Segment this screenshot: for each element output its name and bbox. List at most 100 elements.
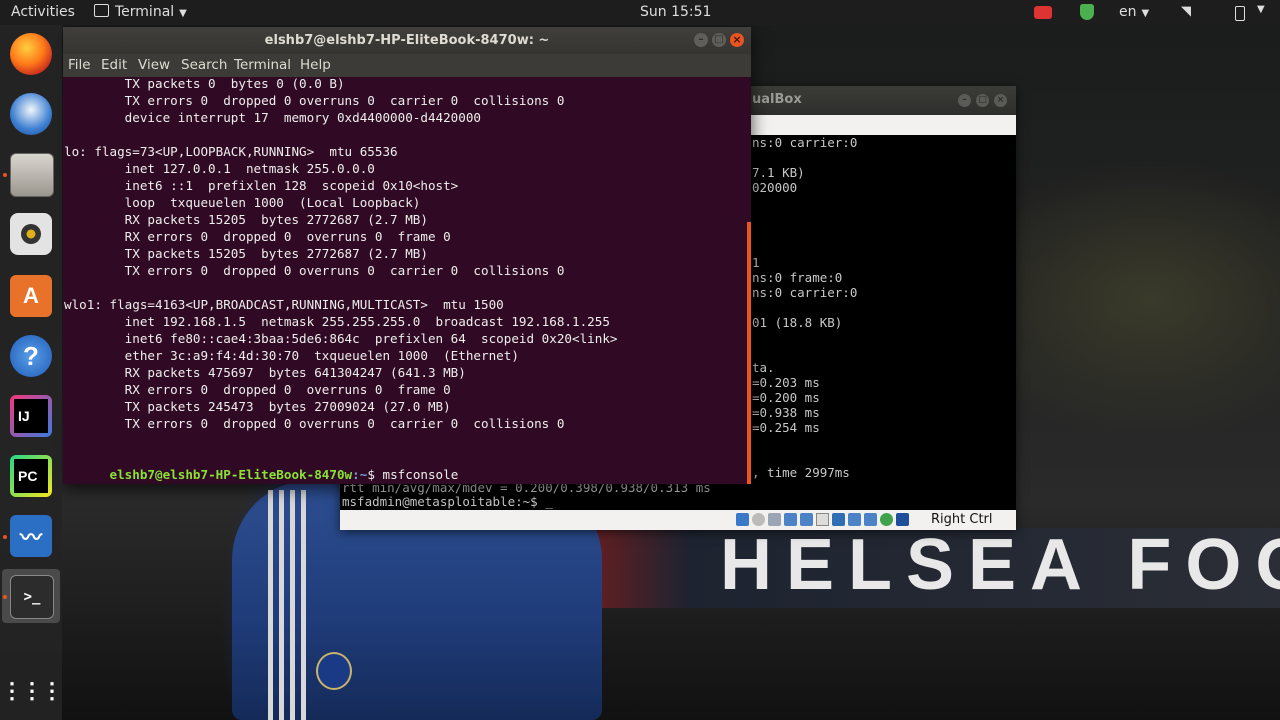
firefox-icon[interactable] [10,33,52,75]
audio-icon[interactable] [768,513,781,526]
guest-console-line: 1 [752,255,760,270]
mouse-integration-icon[interactable] [896,513,909,526]
intellij-icon[interactable]: IJ [10,395,52,437]
terminal-prompt-line[interactable]: elshb7@elshb7-HP-EliteBook-8470w:~$ msfc… [64,449,459,482]
vbox-maximize-button[interactable]: □ [976,94,989,107]
terminal-line: TX packets 0 bytes 0 (0.0 B) [64,76,345,91]
running-indicator [3,173,7,177]
terminal-line: wlo1: flags=4163<UP,BROADCAST,RUNNING,MU… [64,297,504,312]
guest-console-line: =0.254 ms [752,420,820,435]
wifi-icon[interactable]: ◥ [1181,4,1191,19]
system-monitor-icon[interactable]: 〰 [10,515,52,557]
terminal-line: inet6 fe80::cae4:3baa:5de6:864c prefixle… [64,331,618,346]
vbox-status-icons [736,513,924,527]
clock[interactable]: Sun 15:51 [640,4,711,20]
menu-help[interactable]: Help [300,57,331,73]
terminal-app-icon [94,4,109,17]
guest-console-line: 020000 [752,180,798,195]
guest-console-line: =0.203 ms [752,375,820,390]
chevron-down-icon: ▼ [179,8,187,19]
guest-console-output: ns:0 carrier:0 7.1 KB) 020000 1 ns:0 frame:0… [748,135,1016,480]
terminal-icon[interactable]: >_ [10,575,54,619]
rhythmbox-icon[interactable] [10,213,52,255]
running-indicator [3,595,7,599]
terminal-title: elshb7@elshb7-HP-EliteBook-8470w: ~ [264,33,550,48]
activities-button[interactable]: Activities [11,4,75,20]
terminal-line: RX packets 15205 bytes 2772687 (2.7 MB) [64,212,428,227]
terminal-menubar: File Edit View Search Terminal Help [63,54,751,77]
menu-view[interactable]: View [138,57,170,73]
display-icon[interactable] [832,513,845,526]
terminal-line: lo: flags=73<UP,LOOPBACK,RUNNING> mtu 65… [64,144,398,159]
terminal-output[interactable]: TX packets 0 bytes 0 (0.0 B) TX errors 0… [63,76,751,484]
wallpaper-player-stripes [268,490,308,720]
vbox-minimize-button[interactable]: – [958,94,971,107]
terminal-line: TX errors 0 dropped 0 overruns 0 carrier… [64,263,565,278]
speaker-icon [21,224,41,244]
prompt-user: elshb7@elshb7-HP-EliteBook-8470w [109,467,353,482]
terminal-line: TX errors 0 dropped 0 overruns 0 carrier… [64,93,565,108]
network-icon[interactable] [784,513,797,526]
chevron-down-icon: ▼ [1141,8,1150,19]
guest-console-line: 7.1 KB) [752,165,805,180]
terminal-maximize-button[interactable]: □ [712,33,726,47]
language-indicator[interactable]: en ▼ [1119,4,1149,20]
guest-console-line: , time 2997ms [752,465,850,480]
terminal-line: TX errors 0 dropped 0 overruns 0 carrier… [64,416,565,431]
club-crest-icon [316,652,352,690]
ubuntu-software-icon[interactable]: A [10,275,52,317]
terminal-line: device interrupt 17 memory 0xd4400000-d4… [64,110,482,125]
pycharm-label: PC [14,459,48,493]
menu-edit[interactable]: Edit [101,57,127,73]
thunderbird-icon[interactable] [10,93,52,135]
system-menu-chevron-icon[interactable]: ▼ [1257,4,1265,15]
app-menu[interactable]: Terminal ▼ [94,4,187,20]
cpu-icon[interactable] [880,513,893,526]
terminal-line: loop txqueuelen 1000 (Local Loopback) [64,195,421,210]
optical-drive-icon[interactable] [752,513,765,526]
terminal-line: RX errors 0 dropped 0 overruns 0 frame 0 [64,382,451,397]
terminal-line: TX packets 245473 bytes 27009024 (27.0 M… [64,399,451,414]
menu-terminal[interactable]: Terminal [234,57,291,73]
intellij-label: IJ [14,399,48,433]
terminal-titlebar[interactable]: elshb7@elshb7-HP-EliteBook-8470w: ~ – □ … [63,27,751,54]
terminal-minimize-button[interactable]: – [694,33,708,47]
virtualbox-title: ualBox [752,92,802,107]
top-bar: Activities Terminal ▼ Sun 15:51 en ▼ ◥ ▼ [0,0,1280,25]
vbox-close-button[interactable]: × [994,94,1007,107]
dock: A ? IJ PC 〰 >_ ⋮⋮⋮ [0,25,63,720]
app-menu-label: Terminal [115,4,175,20]
guest-console-line: ta. [752,360,775,375]
video-capture-icon[interactable] [848,513,861,526]
terminal-window[interactable]: elshb7@elshb7-HP-EliteBook-8470w: ~ – □ … [63,27,751,484]
snapshot-icon[interactable] [864,513,877,526]
menu-file[interactable]: File [68,57,91,73]
typed-command: msfconsole [382,467,459,482]
language-label: en [1119,4,1137,20]
guest-console-line: ns:0 carrier:0 [752,285,858,300]
pycharm-icon[interactable]: PC [10,455,52,497]
terminal-close-button[interactable]: × [730,33,744,47]
shared-folders-icon[interactable] [816,513,829,526]
battery-icon[interactable] [1235,6,1245,21]
shield-icon[interactable] [1080,4,1094,20]
guest-console-line: =0.200 ms [752,390,820,405]
guest-console-line: ns:0 carrier:0 [752,135,858,150]
terminal-line: RX packets 475697 bytes 641304247 (641.3… [64,365,466,380]
terminal-line: TX packets 15205 bytes 2772687 (2.7 MB) [64,246,428,261]
wallpaper-banner-text: HELSEA FOO [720,525,1280,605]
screen-recorder-icon[interactable] [1034,6,1052,19]
files-icon[interactable] [10,153,54,197]
terminal-line: inet 127.0.0.1 netmask 255.0.0.0 [64,161,375,176]
host-key-label: Right Ctrl [931,512,993,527]
guest-console-line: =0.938 ms [752,405,820,420]
usb-icon[interactable] [800,513,813,526]
hard-disk-icon[interactable] [736,513,749,526]
menu-search[interactable]: Search [181,57,227,73]
terminal-line: RX errors 0 dropped 0 overruns 0 frame 0 [64,229,451,244]
running-indicator [3,535,7,539]
terminal-scrollbar[interactable] [747,222,751,484]
guest-prompt-line: msfadmin@metasploitable:~$ _ [342,494,553,509]
show-applications-icon[interactable]: ⋮⋮⋮ [1,670,63,712]
help-icon[interactable]: ? [10,335,52,377]
